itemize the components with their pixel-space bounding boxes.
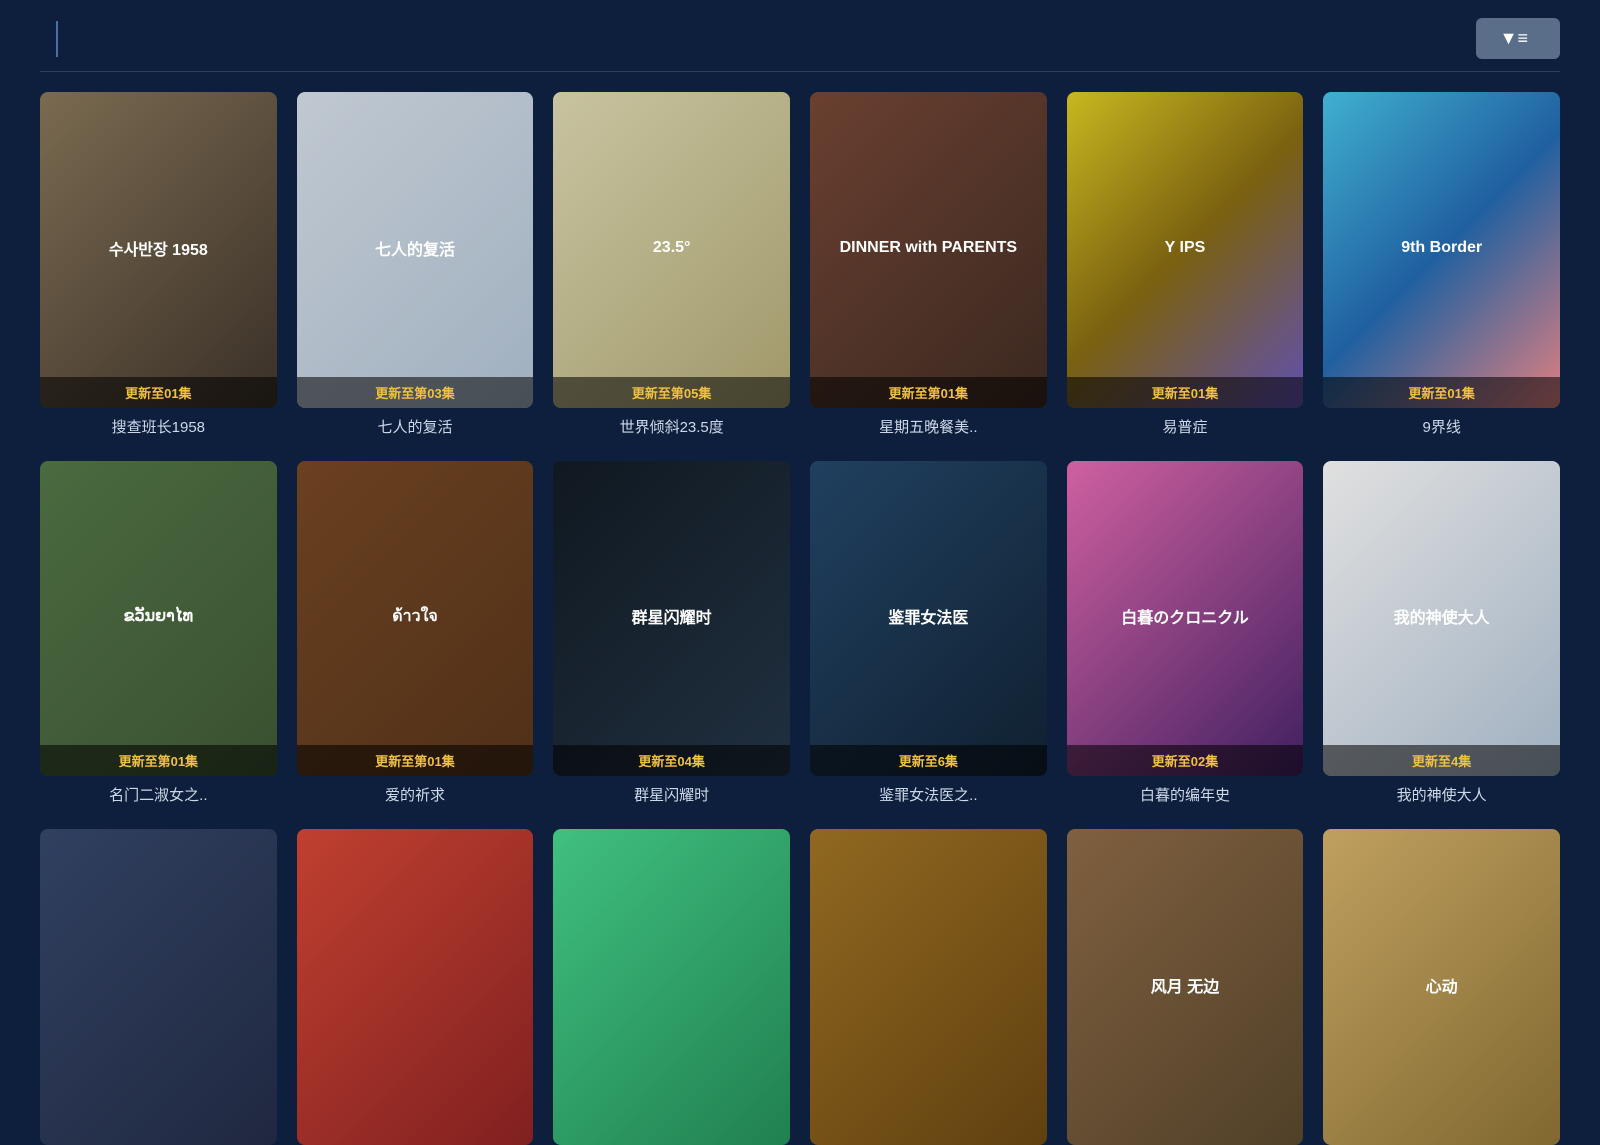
show-title-11: 白暮的编年史 [1067, 784, 1304, 805]
show-poster-18: 心动 [1323, 829, 1560, 1145]
show-card-8[interactable]: ด้าวใจ更新至第01集爱的祈求 [297, 461, 534, 806]
header-divider [56, 21, 58, 57]
show-card-11[interactable]: 白暮のクロニクル更新至02集白暮的编年史 [1067, 461, 1304, 806]
show-badge-2: 更新至第03集 [297, 377, 534, 408]
show-card-12[interactable]: 我的神使大人更新至4集我的神使大人 [1323, 461, 1560, 806]
show-title-6: 9界线 [1323, 416, 1560, 437]
show-card-9[interactable]: 群星闪耀时更新至04集群星闪耀时 [553, 461, 790, 806]
menu-button[interactable]: ▼≡ [1476, 18, 1560, 59]
show-title-2: 七人的复活 [297, 416, 534, 437]
show-card-3[interactable]: 23.5°更新至第05集世界倾斜23.5度 [553, 92, 790, 437]
show-badge-9: 更新至04集 [553, 745, 790, 776]
show-poster-3: 23.5°更新至第05集 [553, 92, 790, 408]
show-card-4[interactable]: DINNER with PARENTS更新至第01集星期五晚餐美.. [810, 92, 1047, 437]
show-title-7: 名门二淑女之.. [40, 784, 277, 805]
show-card-5[interactable]: Y IPS更新至01集易普症 [1067, 92, 1304, 437]
show-card-7[interactable]: ຂວັນຍາໄທ更新至第01集名门二淑女之.. [40, 461, 277, 806]
show-poster-4: DINNER with PARENTS更新至第01集 [810, 92, 1047, 408]
show-card-14[interactable] [297, 829, 534, 1145]
show-poster-13 [40, 829, 277, 1145]
show-title-12: 我的神使大人 [1323, 784, 1560, 805]
show-poster-6: 9th Border更新至01集 [1323, 92, 1560, 408]
show-poster-14 [297, 829, 534, 1145]
show-poster-12: 我的神使大人更新至4集 [1323, 461, 1560, 777]
show-title-9: 群星闪耀时 [553, 784, 790, 805]
show-badge-1: 更新至01集 [40, 377, 277, 408]
header-left [40, 21, 74, 57]
show-badge-12: 更新至4集 [1323, 745, 1560, 776]
filter-icon: ▼≡ [1500, 28, 1528, 49]
show-badge-3: 更新至第05集 [553, 377, 790, 408]
show-card-1[interactable]: 수사반장 1958更新至01集搜查班长1958 [40, 92, 277, 437]
show-badge-11: 更新至02集 [1067, 745, 1304, 776]
show-poster-11: 白暮のクロニクル更新至02集 [1067, 461, 1304, 777]
show-badge-6: 更新至01集 [1323, 377, 1560, 408]
show-poster-9: 群星闪耀时更新至04集 [553, 461, 790, 777]
show-card-18[interactable]: 心动 [1323, 829, 1560, 1145]
show-poster-8: ด้าวใจ更新至第01集 [297, 461, 534, 777]
show-badge-7: 更新至第01集 [40, 745, 277, 776]
show-badge-10: 更新至6集 [810, 745, 1047, 776]
show-card-15[interactable] [553, 829, 790, 1145]
show-card-2[interactable]: 七人的复活更新至第03集七人的复活 [297, 92, 534, 437]
show-poster-10: 鉴罪女法医更新至6集 [810, 461, 1047, 777]
show-card-16[interactable] [810, 829, 1047, 1145]
show-poster-1: 수사반장 1958更新至01集 [40, 92, 277, 408]
show-grid: 수사반장 1958更新至01集搜查班长1958七人的复活更新至第03集七人的复活… [40, 92, 1560, 1145]
show-card-10[interactable]: 鉴罪女法医更新至6集鉴罪女法医之.. [810, 461, 1047, 806]
content-grid: 수사반장 1958更新至01集搜查班长1958七人的复活更新至第03集七人的复活… [0, 72, 1600, 1145]
show-poster-16 [810, 829, 1047, 1145]
show-poster-7: ຂວັນຍາໄທ更新至第01集 [40, 461, 277, 777]
show-poster-17: 风月 无边 [1067, 829, 1304, 1145]
show-title-4: 星期五晚餐美.. [810, 416, 1047, 437]
show-title-5: 易普症 [1067, 416, 1304, 437]
show-title-10: 鉴罪女法医之.. [810, 784, 1047, 805]
show-badge-5: 更新至01集 [1067, 377, 1304, 408]
show-title-3: 世界倾斜23.5度 [553, 416, 790, 437]
show-title-8: 爱的祈求 [297, 784, 534, 805]
show-poster-15 [553, 829, 790, 1145]
show-poster-5: Y IPS更新至01集 [1067, 92, 1304, 408]
show-title-1: 搜查班长1958 [40, 416, 277, 437]
show-poster-2: 七人的复活更新至第03集 [297, 92, 534, 408]
show-card-13[interactable] [40, 829, 277, 1145]
show-card-17[interactable]: 风月 无边 [1067, 829, 1304, 1145]
show-card-6[interactable]: 9th Border更新至01集 9界线 [1323, 92, 1560, 437]
page-header: ▼≡ [0, 0, 1600, 71]
show-badge-4: 更新至第01集 [810, 377, 1047, 408]
show-badge-8: 更新至第01集 [297, 745, 534, 776]
